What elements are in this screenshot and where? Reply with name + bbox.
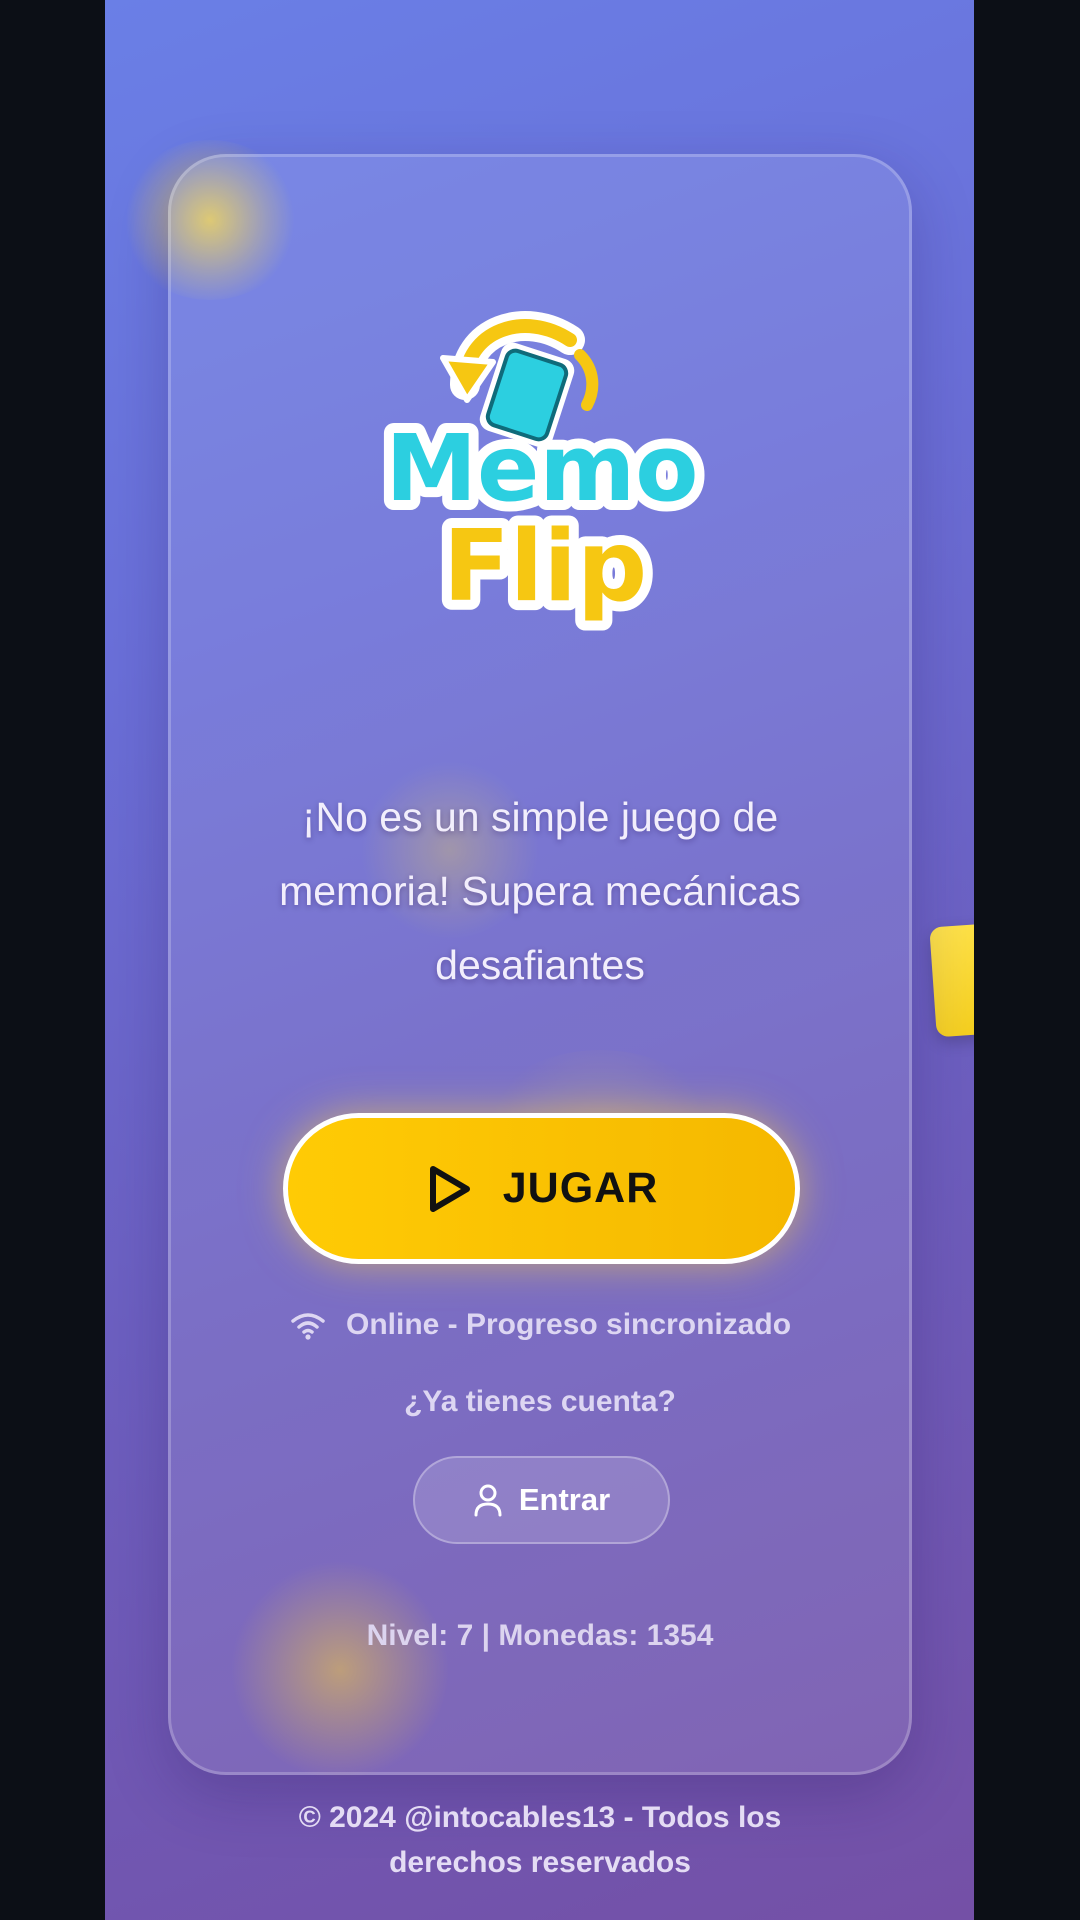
sync-status: Online - Progreso sincronizado [290,1303,810,1347]
footer-copyright: © 2024 @intocables13 - Todos los derecho… [298,1801,782,1879]
play-icon [429,1165,470,1212]
account-question: ¿Ya tienes cuenta? [404,1385,676,1418]
left-letterbox [0,0,105,1920]
right-letterbox [974,0,1080,1920]
logo-word-flip: Flip [443,510,647,624]
play-button[interactable]: JUGAR [283,1113,800,1264]
login-button[interactable]: Entrar [413,1456,670,1544]
user-icon [474,1484,502,1517]
play-button-label: JUGAR [502,1164,659,1212]
logo-word-memo: Memo [385,415,698,522]
login-button-label: Entrar [518,1482,611,1517]
sync-status-text: Online - Progreso sincronizado [346,1308,792,1341]
decorative-card-right [929,922,974,1038]
player-stats: Nivel: 7 | Monedas: 1354 [366,1619,714,1652]
tagline: ¡No es un simple juego de memoria! Super… [279,794,801,988]
memo-flip-logo: Memo Flip [375,311,709,634]
wifi-icon [291,1313,325,1340]
